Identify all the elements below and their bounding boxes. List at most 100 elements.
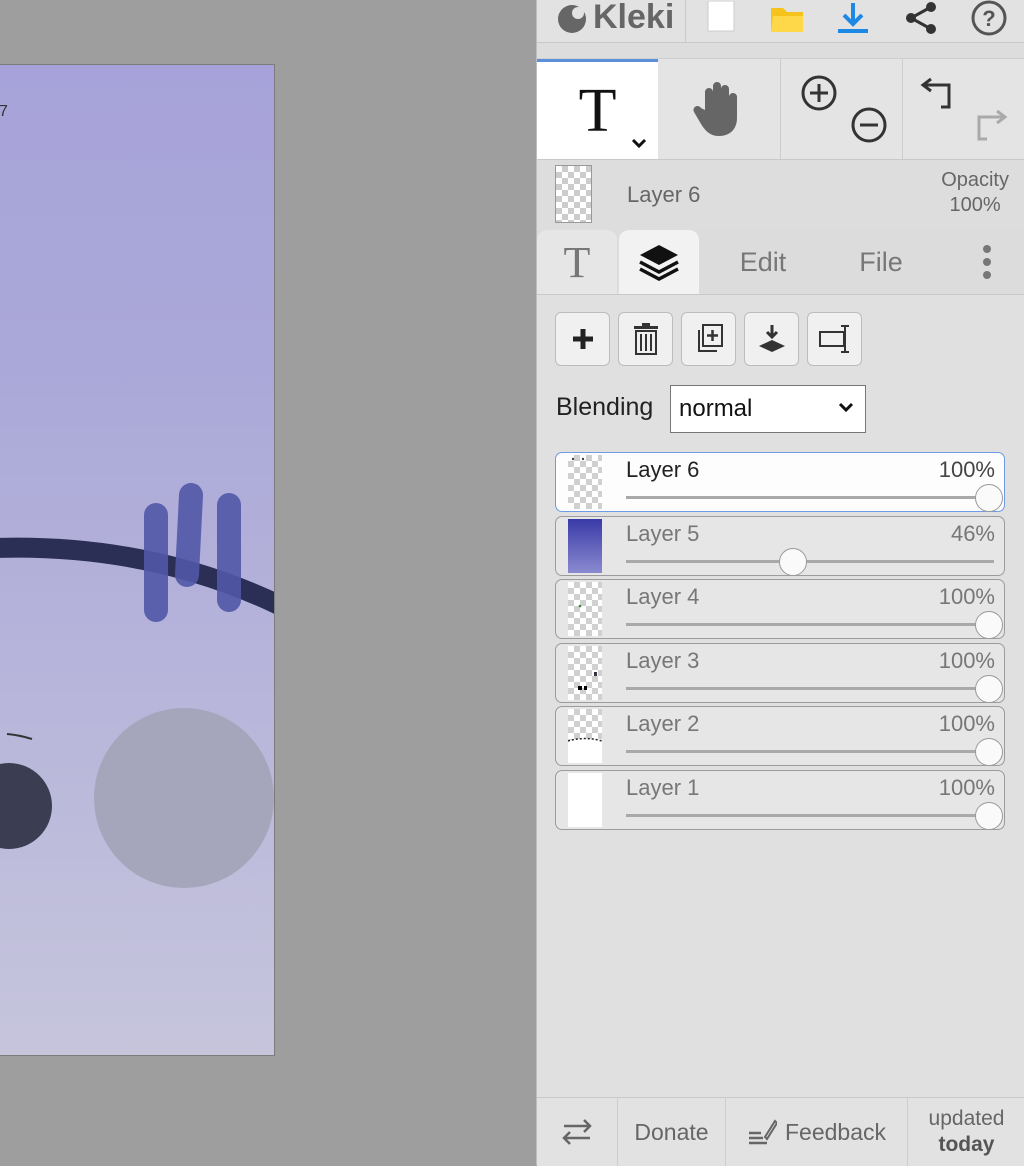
layer-opacity-value: 100% [938,584,995,609]
svg-text:?: ? [982,6,995,31]
help-button[interactable]: ? [969,0,1009,38]
undo-icon[interactable] [919,73,959,113]
layer-opacity-slider[interactable] [626,813,994,817]
new-file-icon [707,1,735,32]
feedback-pen-icon [748,1119,777,1145]
current-layer-name: Layer 6 [627,182,701,207]
zoom-in-icon[interactable] [799,73,839,113]
layer-thumbnail [568,455,602,509]
footer-bar: Donate Feedback updated today [537,1097,1024,1166]
duplicate-layer-button[interactable] [681,312,736,366]
layer-opacity-slider-handle[interactable] [975,738,1003,766]
blending-value: normal [679,395,753,422]
tool-row: T [537,58,1024,160]
redo-icon[interactable] [969,105,1009,145]
layer-opacity-slider-handle[interactable] [778,547,807,576]
hand-tool-button[interactable] [658,59,781,159]
hand-tool-icon [693,82,737,136]
layer-name: Layer 1 [626,774,700,800]
layer-opacity-slider[interactable] [626,623,994,626]
layer-opacity-slider[interactable] [626,686,994,690]
tab-layers[interactable] [619,230,699,294]
swap-side-button[interactable] [537,1098,618,1166]
layer-opacity-value: 100% [938,774,995,800]
plus-icon [572,329,593,349]
layer-thumbnail [568,772,602,827]
layer-row[interactable]: Layer 6 100% [555,452,1005,512]
chevron-down-icon[interactable] [630,137,648,149]
canvas-artwork [0,483,274,888]
updated-when: today [938,1133,995,1156]
layer-opacity-slider[interactable] [626,750,994,753]
download-icon [838,3,868,33]
layers-panel: Blending normal Layer 6 100% Layer 5 46% Lay… [537,295,1024,1097]
merge-down-button[interactable] [744,312,799,366]
app-name: Kleki [593,0,675,36]
blending-select[interactable]: normal [670,385,866,433]
current-layer-opacity: Opacity 100% [941,168,1009,218]
layer-thumbnail [568,518,602,573]
download-button[interactable] [833,0,873,38]
donate-button[interactable]: Donate [618,1098,726,1166]
panel-tabs: T Edit File [537,230,1024,295]
layer-name: Layer 5 [626,520,700,546]
layer-row[interactable]: Layer 3 100% [555,642,1005,703]
share-icon [906,2,936,34]
share-button[interactable] [901,0,941,38]
top-bar: Kleki ? [537,0,1024,43]
help-icon: ? [971,0,1007,36]
kleki-logo[interactable]: Kleki [555,0,674,38]
layer-row[interactable]: Layer 5 46% [555,515,1005,576]
text-tool-button[interactable]: T [537,59,658,159]
opacity-label: Opacity [941,169,1009,191]
tab-file[interactable]: File [831,230,931,294]
zoom-out-icon[interactable] [849,105,889,145]
kleki-logo-icon [558,5,586,33]
changelog-button[interactable]: updated today [908,1098,1024,1166]
layer-opacity-slider[interactable] [626,559,994,563]
current-layer-thumbnail [555,165,592,223]
more-vertical-icon [983,245,991,279]
feedback-label: Feedback [784,1118,886,1145]
canvas-workspace[interactable]: 7 [0,0,536,1165]
layer-thumbnail [568,709,602,763]
text-tool-icon: T [578,76,617,145]
add-layer-button[interactable] [555,312,610,366]
delete-layer-button[interactable] [618,312,673,366]
blending-label: Blending [556,393,654,421]
drawing-canvas[interactable]: 7 [0,64,275,1056]
tab-edit[interactable]: Edit [713,230,813,294]
more-menu-button[interactable] [957,230,1017,294]
side-panel: Kleki ? T Layer 6 Opacity 100% T Edit Fi… [536,0,1024,1166]
trash-icon [633,323,658,355]
tab-text[interactable]: T [537,230,617,294]
layer-name: Layer 4 [626,584,700,609]
layer-row[interactable]: Layer 2 100% [555,706,1005,766]
zoom-controls [781,59,903,159]
layer-thumbnail [568,645,602,700]
layer-opacity-slider-handle[interactable] [975,674,1003,703]
layer-opacity-slider-handle[interactable] [975,611,1003,639]
swap-arrows-icon [562,1119,592,1145]
layer-row[interactable]: Layer 4 100% [555,579,1005,639]
layer-row[interactable]: Layer 1 100% [555,769,1005,830]
rename-layer-button[interactable] [807,312,862,366]
layer-opacity-slider-handle[interactable] [975,801,1003,830]
opacity-value: 100% [949,194,1001,216]
new-file-button[interactable] [701,0,741,38]
layer-name: Layer 3 [626,647,700,673]
chevron-down-icon [838,402,854,413]
updated-label: updated [928,1107,1005,1130]
layer-opacity-value: 100% [938,711,995,736]
rename-icon [818,325,849,353]
layer-opacity-slider[interactable] [626,496,994,499]
layers-icon [639,245,679,281]
layer-thumbnail [568,582,602,636]
open-file-button[interactable] [767,0,807,38]
layer-opacity-value: 46% [950,520,995,546]
feedback-button[interactable]: Feedback [726,1098,908,1166]
layer-opacity-slider-handle[interactable] [975,484,1003,512]
history-controls [903,59,1024,159]
layer-opacity-value: 100% [938,457,995,482]
open-folder-icon [771,8,803,32]
